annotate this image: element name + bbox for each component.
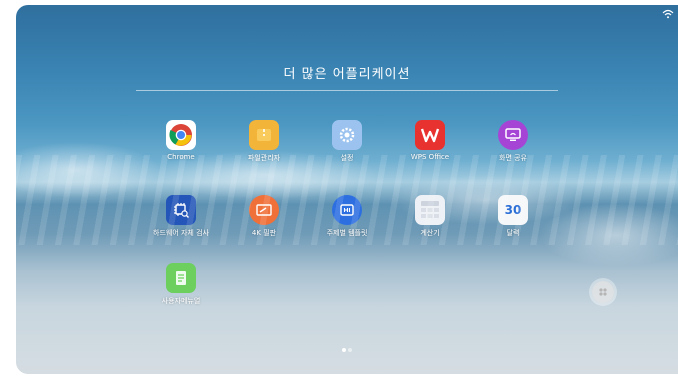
app-label: 계산기 bbox=[420, 229, 440, 237]
app-screen-share[interactable]: 화면 공유 bbox=[468, 120, 558, 163]
calculator-icon bbox=[415, 195, 445, 225]
app-settings[interactable]: 설정 bbox=[302, 120, 392, 163]
chrome-icon bbox=[166, 120, 196, 150]
app-theme-templates[interactable]: 주제별 템플릿 bbox=[302, 195, 392, 238]
gear-icon bbox=[332, 120, 362, 150]
template-icon bbox=[332, 195, 362, 225]
app-calendar[interactable]: 30 달력 bbox=[468, 195, 558, 238]
app-file-manager[interactable]: 파일관리자 bbox=[219, 120, 309, 163]
screen-share-icon bbox=[498, 120, 528, 150]
app-label: 하드웨어 자체 검사 bbox=[153, 229, 209, 237]
floating-menu-button[interactable] bbox=[592, 281, 614, 303]
calendar-icon: 30 bbox=[498, 195, 528, 225]
app-label: 주제별 템플릿 bbox=[326, 229, 368, 237]
app-user-manual[interactable]: 사용자메뉴얼 bbox=[136, 263, 226, 306]
app-label: 사용자메뉴얼 bbox=[161, 297, 201, 305]
folder-icon bbox=[249, 120, 279, 150]
app-label: 달력 bbox=[506, 229, 520, 237]
app-calculator[interactable]: 계산기 bbox=[385, 195, 475, 238]
wifi-icon bbox=[662, 9, 674, 19]
app-label: 설정 bbox=[340, 154, 354, 162]
whiteboard-icon bbox=[249, 195, 279, 225]
title-divider bbox=[136, 90, 558, 91]
calendar-date-badge: 30 bbox=[504, 203, 522, 217]
app-label: Chrome bbox=[167, 153, 195, 161]
app-label: 화면 공유 bbox=[499, 154, 527, 162]
chip-scan-icon bbox=[166, 195, 196, 225]
wps-office-icon bbox=[415, 120, 445, 150]
app-label: 파일관리자 bbox=[247, 154, 281, 162]
app-label: 4K 필판 bbox=[251, 229, 277, 237]
app-chrome[interactable]: Chrome bbox=[136, 120, 226, 161]
app-hardware-check[interactable]: 하드웨어 자체 검사 bbox=[136, 195, 226, 238]
document-icon bbox=[166, 263, 196, 293]
floating-menu-icon bbox=[599, 288, 607, 296]
page-indicator-active[interactable] bbox=[342, 348, 346, 352]
app-4k-whiteboard[interactable]: 4K 필판 bbox=[219, 195, 309, 238]
app-drawer-screen: 더 많은 어플리케이션 Chrome 파일관리자 설정 WPS Office 화… bbox=[16, 5, 678, 374]
page-title: 더 많은 어플리케이션 bbox=[283, 67, 411, 82]
app-label: WPS Office bbox=[410, 153, 450, 161]
page-indicator[interactable] bbox=[348, 348, 352, 352]
app-wps-office[interactable]: WPS Office bbox=[385, 120, 475, 161]
